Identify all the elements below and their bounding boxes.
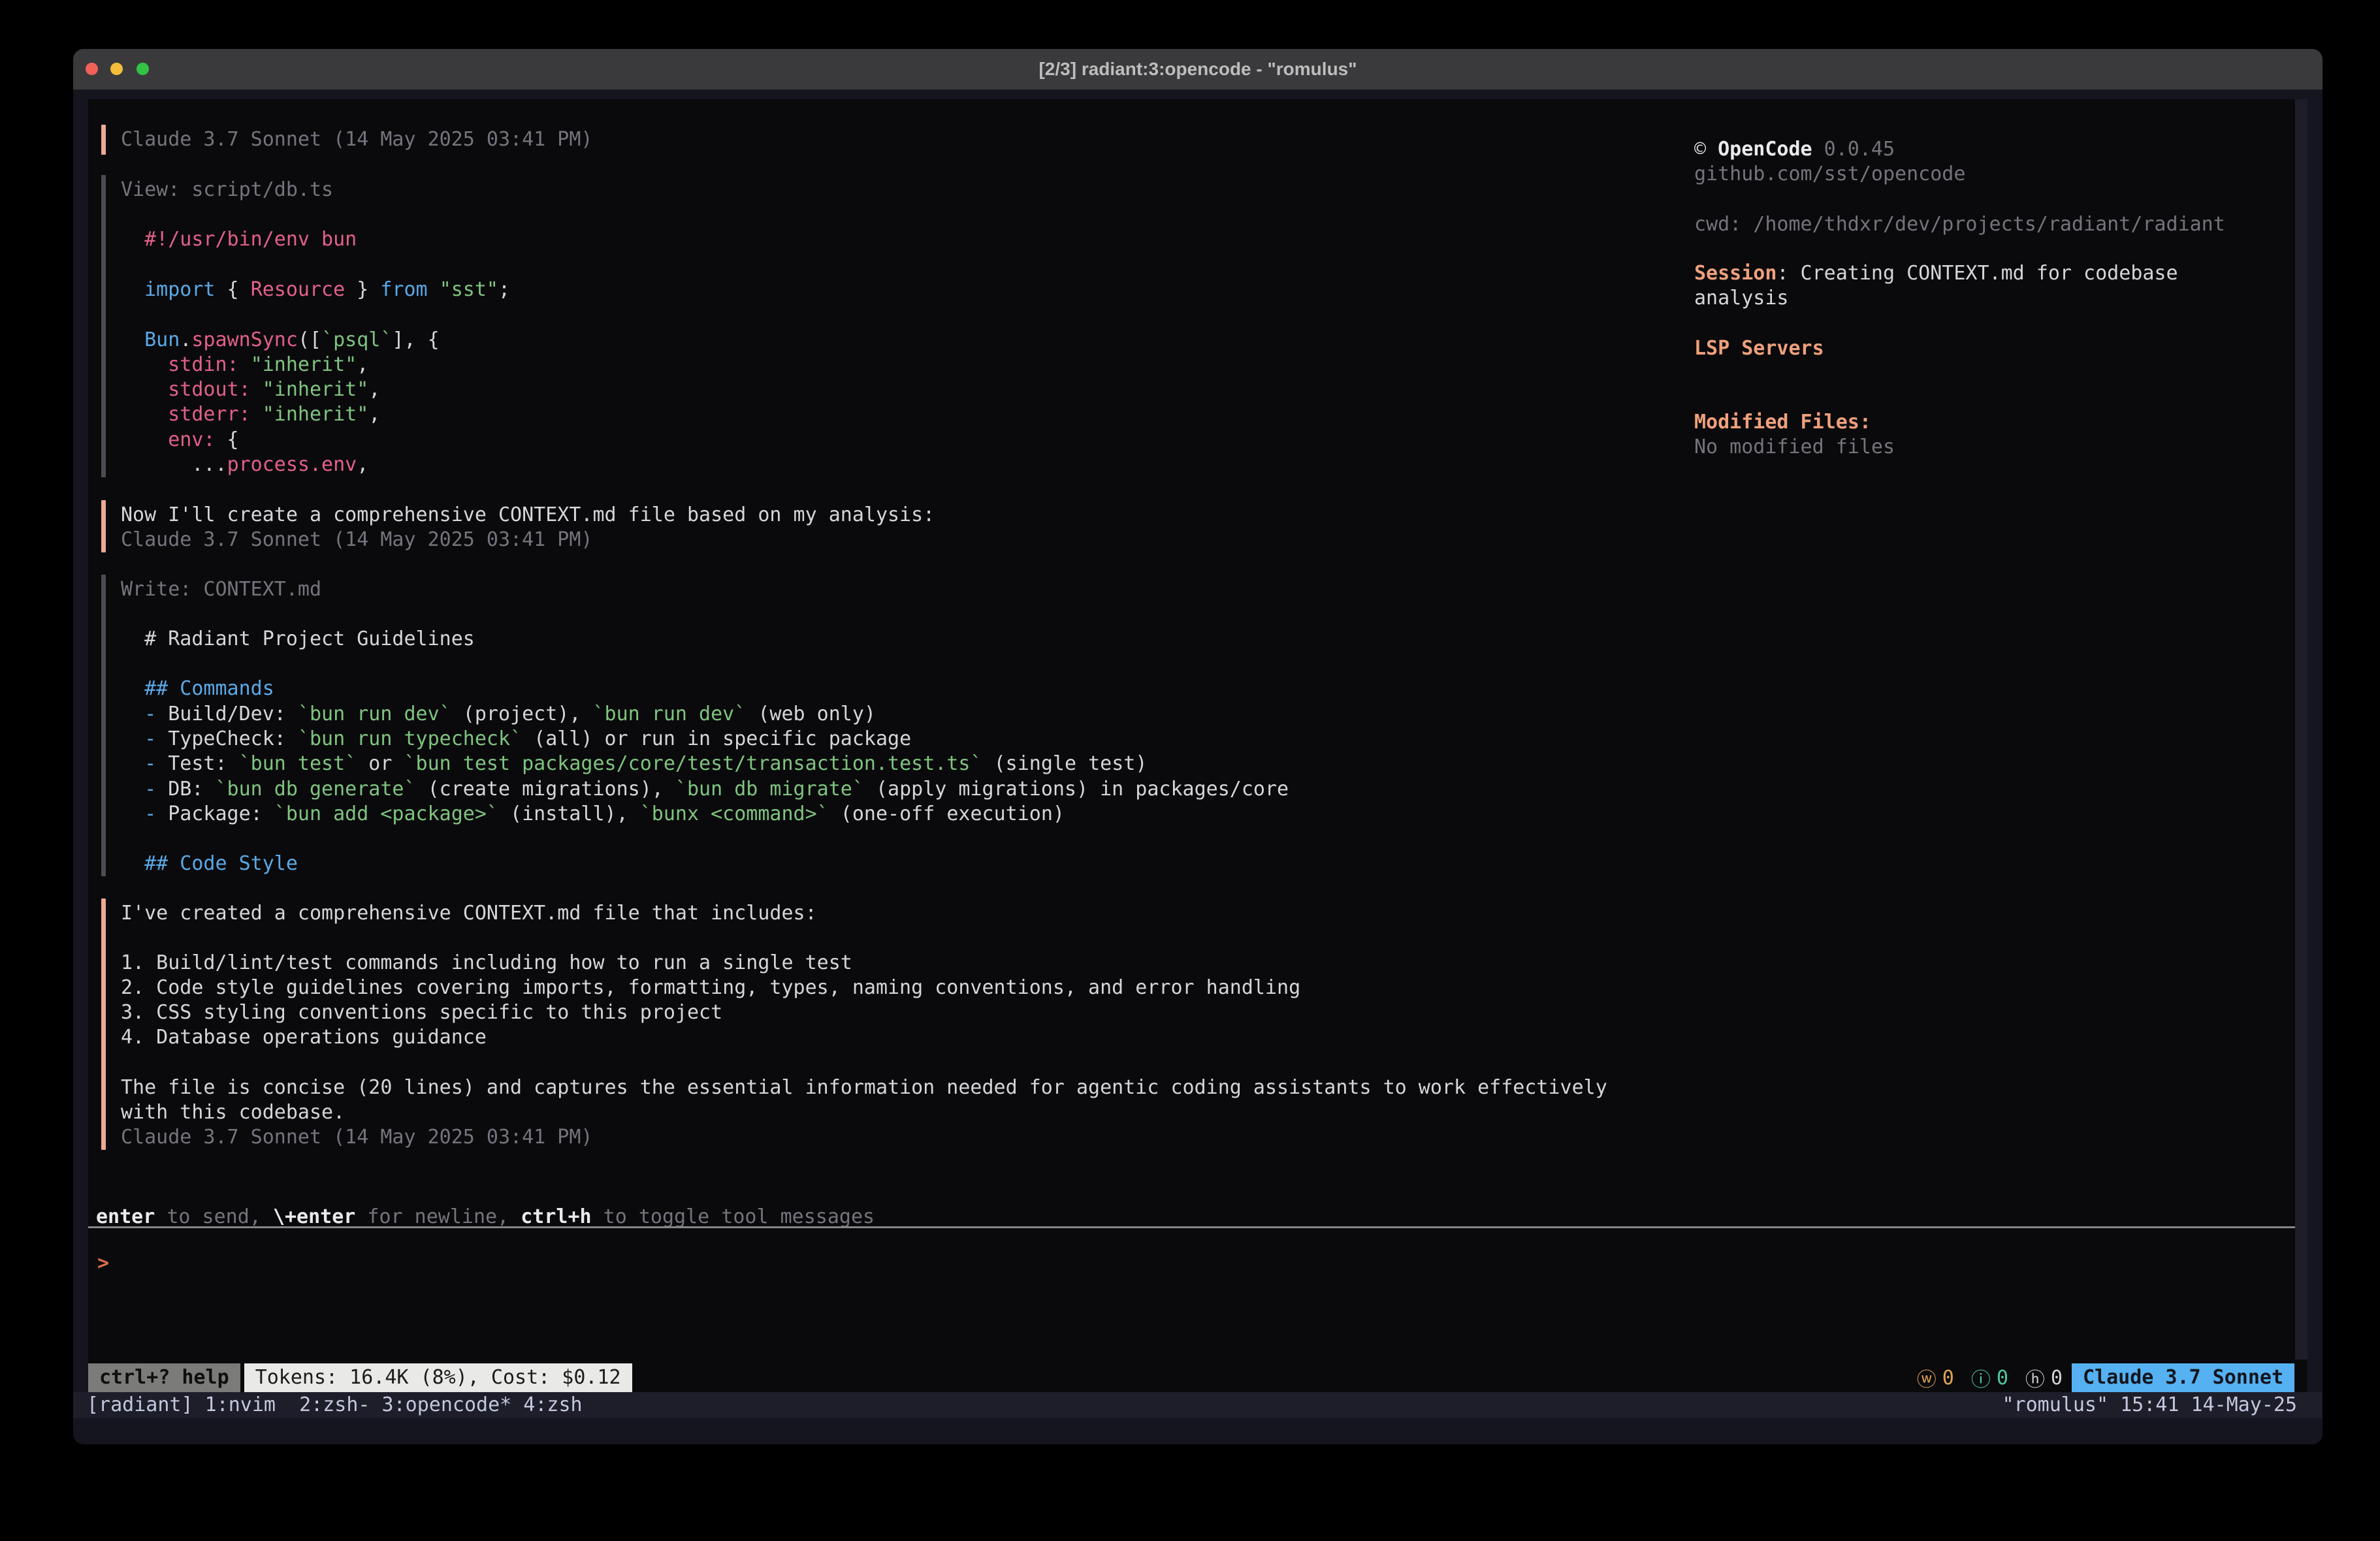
sidebar-session: Session: Creating CONTEXT.md for codebas… — [1694, 261, 2178, 286]
message-accent-bar — [101, 500, 106, 552]
circled-i-icon: ⓘ — [1971, 1363, 1991, 1392]
code-line: #!/usr/bin/env bun — [121, 227, 357, 252]
sidebar-modified-empty: No modified files — [1694, 435, 1895, 460]
code-line: stderr: "inherit", — [121, 402, 380, 427]
terminal-content: Claude 3.7 Sonnet (14 May 2025 03:41 PM)… — [88, 99, 2308, 1392]
tool-title: Write: CONTEXT.md — [121, 577, 321, 602]
sidebar-lsp-heading: LSP Servers — [1694, 336, 1824, 361]
message-text: I've created a comprehensive CONTEXT.md … — [121, 901, 817, 926]
message-text: The file is concise (20 lines) and captu… — [121, 1075, 1607, 1100]
message-text: 3. CSS styling conventions specific to t… — [121, 1000, 722, 1025]
desktop: [2/3] radiant:3:opencode - "romulus" Cla… — [0, 0, 2380, 1541]
message-meta: Claude 3.7 Sonnet (14 May 2025 03:41 PM) — [121, 1125, 592, 1150]
model-badge[interactable]: Claude 3.7 Sonnet — [2072, 1363, 2294, 1392]
markdown-line: # Radiant Project Guidelines — [121, 627, 475, 652]
terminal-window: [2/3] radiant:3:opencode - "romulus" Cla… — [73, 49, 2323, 1444]
tmux-session-info: "romulus" 15:41 14-May-25 — [2002, 1392, 2297, 1418]
code-line: import { Resource } from "sst"; — [121, 278, 510, 302]
message-accent-bar — [101, 125, 106, 155]
markdown-line: - Package: `bun add <package>` (install)… — [121, 802, 1065, 827]
status-bar: ctrl+? helpTokens: 16.4K (8%), Cost: $0.… — [88, 1363, 2308, 1392]
tmux-window-list[interactable]: [radiant] 1:nvim 2:zsh- 3:opencode* 4:zs… — [87, 1392, 583, 1418]
code-line: stdout: "inherit", — [121, 377, 380, 402]
message-meta: Claude 3.7 Sonnet (14 May 2025 03:41 PM) — [121, 127, 592, 152]
code-line: env: { — [121, 428, 239, 453]
help-hint-chip[interactable]: ctrl+? help — [88, 1363, 240, 1392]
markdown-line: ## Code Style — [121, 851, 298, 876]
code-line: ...process.env, — [121, 453, 368, 477]
circled-w-icon: ⓦ — [1917, 1363, 1937, 1392]
message-text: 1. Build/lint/test commands including ho… — [121, 951, 852, 976]
tool-accent-bar — [101, 175, 106, 477]
message-text: 4. Database operations guidance — [121, 1025, 487, 1050]
scrollbar[interactable] — [2295, 99, 2308, 1359]
tokens-cost-chip[interactable]: Tokens: 16.4K (8%), Cost: $0.12 — [244, 1363, 632, 1392]
hint-counter: ⓗ0 — [2025, 1363, 2063, 1392]
window-title: [2/3] radiant:3:opencode - "romulus" — [73, 49, 2323, 89]
info-counter: ⓘ0 — [1971, 1363, 2008, 1392]
markdown-line: - Test: `bun test` or `bun test packages… — [121, 752, 1147, 776]
message-text: Now I'll create a comprehensive CONTEXT.… — [121, 503, 935, 528]
markdown-line: - TypeCheck: `bun run typecheck` (all) o… — [121, 727, 911, 752]
code-line: stdin: "inherit", — [121, 353, 368, 377]
code-line: Bun.spawnSync([`psql`], { — [121, 328, 440, 353]
tmux-status-bar: [radiant] 1:nvim 2:zsh- 3:opencode* 4:zs… — [73, 1392, 2323, 1418]
message-text: with this codebase. — [121, 1100, 345, 1125]
message-meta: Claude 3.7 Sonnet (14 May 2025 03:41 PM) — [121, 528, 592, 552]
tool-accent-bar — [101, 575, 106, 876]
markdown-line: - Build/Dev: `bun run dev` (project), `b… — [121, 702, 876, 727]
markdown-line: - DB: `bun db generate` (create migratio… — [121, 777, 1289, 802]
warning-counter: ⓦ0 — [1917, 1363, 1954, 1392]
markdown-line: ## Commands — [121, 676, 274, 701]
message-accent-bar — [101, 898, 106, 1150]
sidebar-session: analysis — [1694, 286, 1789, 311]
sidebar-modified-heading: Modified Files: — [1694, 410, 1871, 435]
titlebar[interactable]: [2/3] radiant:3:opencode - "romulus" — [73, 49, 2323, 90]
message-text: 2. Code style guidelines covering import… — [121, 976, 1300, 1000]
tool-title: View: script/db.ts — [121, 178, 333, 202]
sidebar-cwd: cwd: /home/thdxr/dev/projects/radiant/ra… — [1694, 212, 2225, 237]
sidebar-repo-url: github.com/sst/opencode — [1694, 162, 1965, 187]
circled-h-icon: ⓗ — [2025, 1363, 2045, 1392]
sidebar-app-title: © OpenCode 0.0.45 — [1694, 137, 1895, 162]
input-separator — [88, 1226, 2308, 1228]
message-input[interactable] — [88, 1237, 2308, 1359]
